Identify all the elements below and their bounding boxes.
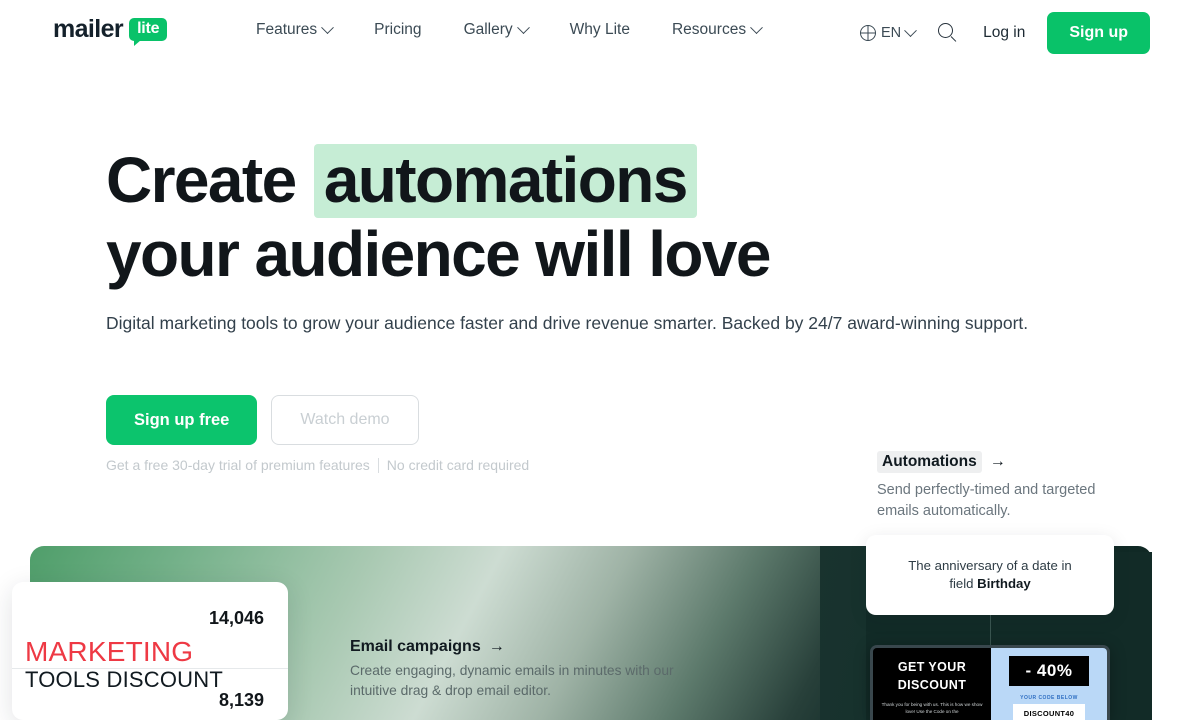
email-campaigns-callout[interactable]: Email campaigns → Create engaging, dynam… xyxy=(350,638,690,701)
signup-button[interactable]: Sign up xyxy=(1047,12,1150,54)
automations-callout[interactable]: Automations → Send perfectly-timed and t… xyxy=(877,451,1117,523)
watch-demo-button[interactable]: Watch demo xyxy=(271,395,419,445)
discount-email-preview: GET YOUR DISCOUNT Thank you for being wi… xyxy=(870,645,1110,720)
trial-note-left: Get a free 30-day trial of premium featu… xyxy=(106,457,370,473)
nav-item-gallery-label: Gallery xyxy=(463,21,513,38)
hero-title-part2: your audience will love xyxy=(106,218,771,291)
marketing-card-title-line2: TOOLS DISCOUNT xyxy=(25,667,223,692)
nav-item-resources-label: Resources xyxy=(671,21,747,38)
chevron-down-icon xyxy=(750,20,763,34)
discount-preview-right-panel: - 40% YOUR CODE BELOW DISCOUNT40 xyxy=(991,648,1107,720)
hero-trial-note: Get a free 30-day trial of premium featu… xyxy=(106,457,529,473)
nav-item-why-lite[interactable]: Why Lite xyxy=(570,21,630,39)
note-divider xyxy=(377,457,379,473)
arrow-right-icon: → xyxy=(488,638,505,655)
email-campaigns-description: Create engaging, dynamic emails in minut… xyxy=(350,663,674,698)
discount-code-value: DISCOUNT40 xyxy=(1013,704,1085,720)
logo-lite-badge: lite xyxy=(129,17,168,47)
email-campaigns-heading: Email campaigns xyxy=(350,638,481,655)
globe-icon xyxy=(859,25,876,41)
mailerlite-logo[interactable]: mailer lite xyxy=(53,15,168,47)
automations-badge: Automations xyxy=(877,451,982,473)
chevron-down-icon xyxy=(516,20,530,34)
hero-title-part1: Create xyxy=(106,144,297,216)
logo-wordmark: mailer xyxy=(53,15,124,43)
discount-preview-left-panel: GET YOUR DISCOUNT Thank you for being wi… xyxy=(873,648,991,720)
automation-trigger-tooltip: The anniversary of a date in field Birth… xyxy=(866,535,1114,615)
login-link[interactable]: Log in xyxy=(983,24,1025,42)
tooltip-line1: The anniversary of a date in xyxy=(908,557,1072,573)
nav-item-why-lite-label: Why Lite xyxy=(569,21,630,38)
marketing-card-title-line1: MARKETING xyxy=(25,636,194,667)
nav-item-pricing-label: Pricing xyxy=(374,21,422,38)
marketing-stats-card: 14,046 MARKETING TOOLS DISCOUNT 8,139 xyxy=(12,582,288,720)
discount-percent-badge: - 40% xyxy=(1009,656,1089,686)
chevron-down-icon xyxy=(321,20,335,34)
primary-nav-links: Features Pricing Gallery Why Lite Resour… xyxy=(256,20,763,39)
marketing-card-number-bottom: 8,139 xyxy=(218,690,264,710)
tooltip-field-name: Birthday xyxy=(977,576,1031,591)
nav-item-features-label: Features xyxy=(256,21,318,38)
hero-cta-group: Sign up free Watch demo xyxy=(106,395,419,445)
discount-code-label: YOUR CODE BELOW xyxy=(1020,695,1078,701)
nav-right-actions: EN Log in Sign up xyxy=(859,12,1150,54)
nav-item-resources[interactable]: Resources xyxy=(671,20,763,39)
hero-subtitle: Digital marketing tools to grow your aud… xyxy=(106,313,1029,333)
discount-headline-line2: DISCOUNT xyxy=(897,677,967,692)
chevron-down-icon xyxy=(904,23,917,37)
language-selector[interactable]: EN xyxy=(859,23,917,41)
top-navigation-bar: mailer lite Features Pricing Gallery Why… xyxy=(0,0,1180,66)
arrow-right-icon: → xyxy=(989,453,1006,470)
discount-body-text: Thank you for being with us. This is how… xyxy=(881,702,983,715)
tooltip-line2-prefix: field xyxy=(949,576,978,591)
tooltip-content: The anniversary of a date in field Birth… xyxy=(894,557,1085,593)
page-title: Create automations your audience will lov… xyxy=(106,143,826,291)
discount-headline-line1: GET YOUR xyxy=(897,660,967,674)
search-icon[interactable] xyxy=(937,22,959,44)
nav-item-features[interactable]: Features xyxy=(256,20,335,39)
marketing-card-title: MARKETING TOOLS DISCOUNT xyxy=(25,638,223,692)
nav-item-pricing[interactable]: Pricing xyxy=(374,21,421,39)
discount-headline: GET YOUR DISCOUNT xyxy=(873,659,991,694)
language-selector-label: EN xyxy=(880,25,902,41)
hero-title-highlight: automations xyxy=(313,144,697,218)
flow-connector-line xyxy=(990,615,991,645)
nav-item-gallery[interactable]: Gallery xyxy=(463,20,530,39)
signup-free-button[interactable]: Sign up free xyxy=(106,395,258,445)
trial-note-right: No credit card required xyxy=(386,457,530,473)
marketing-card-number-top: 14,046 xyxy=(208,608,264,628)
automations-callout-header: Automations → xyxy=(877,451,1117,473)
email-campaigns-header: Email campaigns → xyxy=(350,638,690,656)
automations-description: Send perfectly-timed and targeted emails… xyxy=(877,482,1096,520)
